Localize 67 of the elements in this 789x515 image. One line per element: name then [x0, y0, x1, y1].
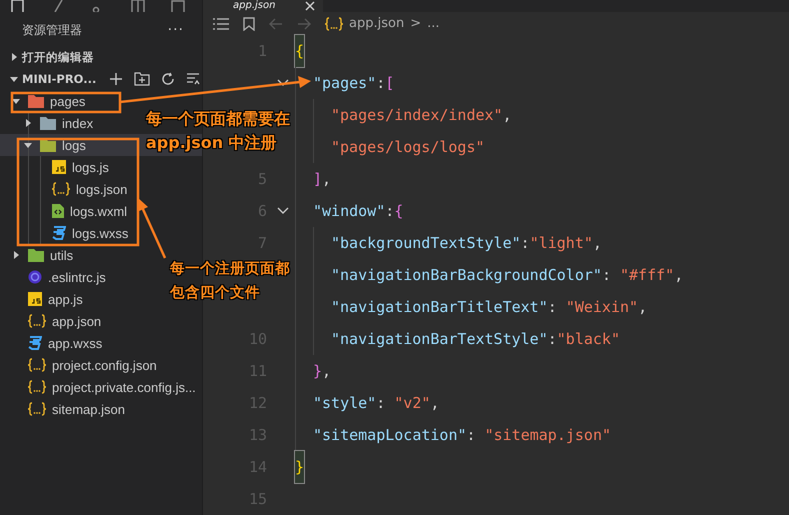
code-line: ], — [313, 169, 332, 190]
tree-item[interactable]: app.wxss — [0, 332, 102, 354]
annotation-text: 每一个页面都需要在 app.json 中注册 — [146, 108, 290, 154]
code-file-icon — [52, 204, 64, 218]
tree-item[interactable]: logs.wxml — [0, 200, 128, 222]
new-folder-icon[interactable] — [134, 72, 150, 86]
project-section[interactable]: MINI-PRO... — [6, 72, 96, 86]
new-file-icon[interactable] — [109, 72, 124, 86]
bookmark-icon[interactable] — [243, 16, 255, 30]
code-line: "pages":[ — [313, 73, 394, 94]
tree-item[interactable]: .eslintrc.js — [0, 266, 106, 288]
explorer-title: 资源管理器 — [22, 22, 82, 38]
breadcrumb-file[interactable]: app.json — [349, 16, 404, 31]
expanded-triangle-icon[interactable] — [10, 75, 18, 83]
refresh-icon[interactable] — [161, 72, 176, 86]
annotation-text: 每一个注册页面都 包含四个文件 — [170, 260, 290, 303]
expanded-triangle-icon[interactable] — [24, 141, 32, 149]
fold-chevron-icon[interactable] — [277, 79, 289, 87]
css-file-icon — [28, 336, 42, 350]
tree-item[interactable]: logs.js — [0, 156, 109, 178]
annotation-arrow — [137, 197, 166, 259]
js-file-icon — [52, 160, 66, 174]
collapsed-triangle-icon[interactable] — [12, 251, 20, 259]
json-braces-icon — [28, 380, 46, 394]
hexagon-icon — [28, 270, 42, 284]
json-braces-icon — [28, 314, 46, 328]
code-line: "backgroundTextStyle":"light", — [331, 233, 602, 254]
json-braces-icon — [325, 16, 343, 30]
tree-item[interactable]: project.config.json — [0, 354, 157, 376]
tree-item[interactable]: sitemap.json — [0, 398, 125, 420]
fold-chevron-icon[interactable] — [277, 207, 289, 215]
expanded-triangle-icon[interactable] — [12, 97, 20, 105]
code-line: "pages/index/index", — [331, 105, 512, 126]
collapsed-triangle-icon[interactable] — [24, 119, 32, 127]
panel-icon[interactable] — [130, 0, 146, 12]
tree-item[interactable]: logs.wxss — [0, 222, 128, 244]
json-braces-icon — [52, 182, 70, 196]
tree-item[interactable]: index — [0, 112, 94, 134]
breadcrumb-separator: > — [410, 16, 422, 31]
breadcrumb-symbol[interactable]: ... — [427, 16, 440, 31]
js-file-icon — [28, 292, 42, 306]
code-line: "navigationBarTextStyle":"black" — [331, 329, 620, 350]
tree-item[interactable]: app.js — [0, 288, 83, 310]
code-line: "navigationBarBackgroundColor": "#fff", — [331, 265, 684, 286]
css-file-icon — [52, 226, 66, 240]
code-line: "window":{ — [313, 201, 404, 222]
window-icon[interactable] — [170, 0, 186, 12]
json-braces-icon — [28, 358, 46, 372]
tree-item[interactable]: utils — [0, 244, 74, 266]
open-editors-section[interactable]: 打开的编辑器 — [0, 46, 202, 68]
json-braces-icon — [28, 402, 46, 416]
tree-item[interactable]: logs.json — [0, 178, 128, 200]
code-line: "sitemapLocation": "sitemap.json" — [313, 425, 612, 446]
code-line: "style": "v2", — [313, 393, 440, 414]
code-line: "pages/logs/logs" — [331, 137, 485, 158]
code-line: "navigationBarTitleText": "Weixin", — [331, 297, 648, 318]
code-line: }, — [313, 361, 332, 382]
tree-item[interactable]: project.private.config.js... — [0, 376, 196, 398]
more-actions[interactable]: ··· — [168, 22, 184, 38]
list-icon[interactable] — [213, 16, 229, 30]
close-icon[interactable] — [305, 1, 316, 11]
tree-item[interactable]: pages — [0, 90, 86, 112]
collapsed-triangle-icon[interactable] — [10, 53, 18, 61]
tree-item[interactable]: app.json — [0, 310, 102, 332]
editor-tab[interactable]: app.json — [203, 0, 323, 12]
files-icon[interactable] — [10, 0, 26, 12]
collapse-all-icon[interactable] — [186, 72, 200, 86]
